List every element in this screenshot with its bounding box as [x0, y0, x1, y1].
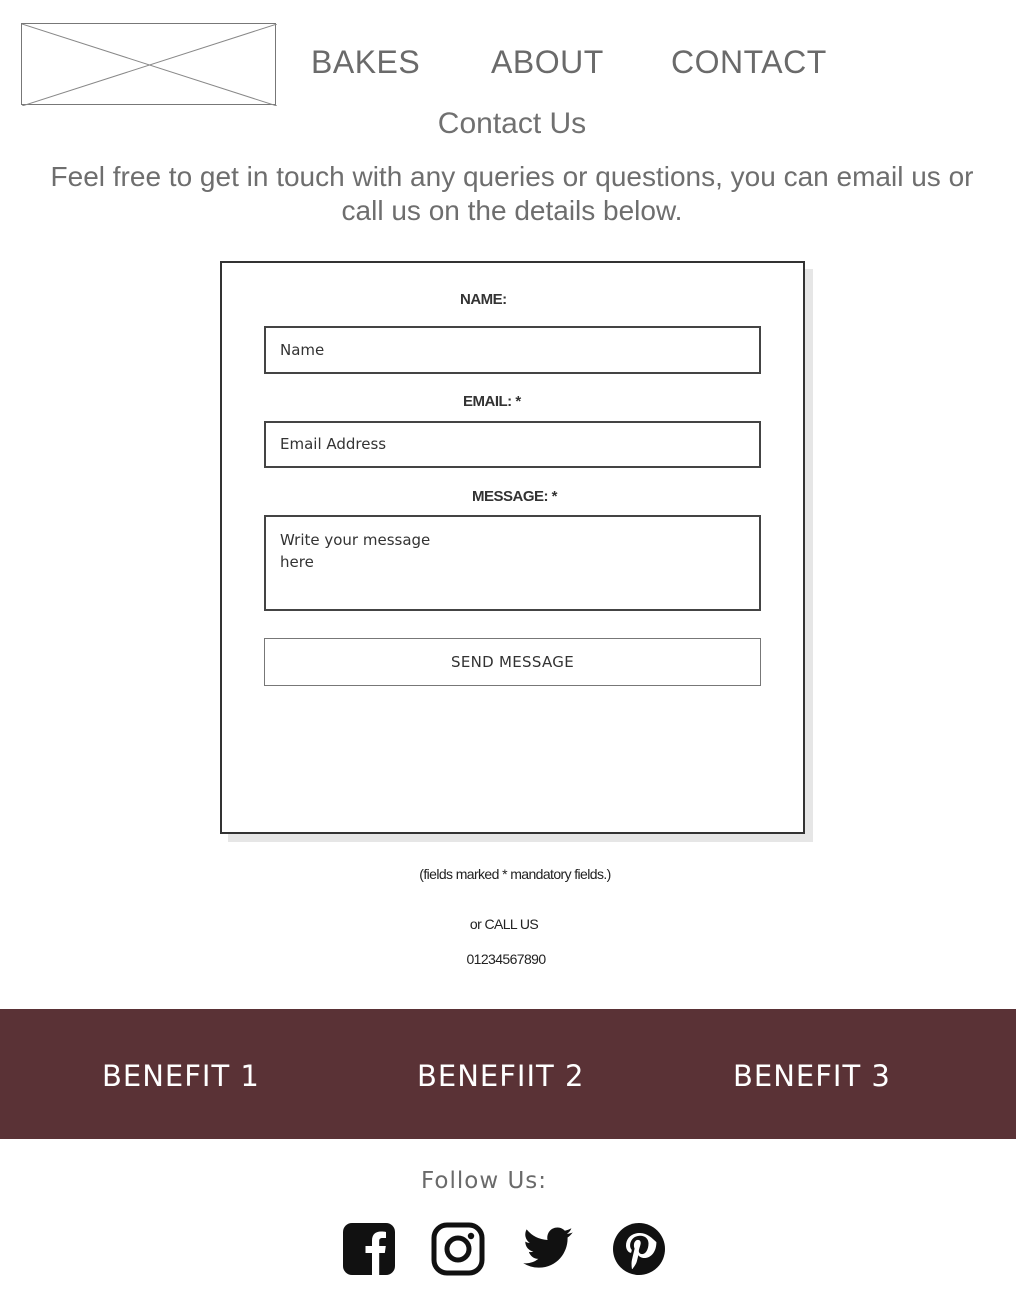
name-label: NAME:	[460, 291, 507, 308]
instagram-icon	[431, 1222, 485, 1276]
email-field[interactable]: Email Address	[264, 421, 761, 468]
instagram-link[interactable]	[431, 1222, 485, 1276]
nav-link-about[interactable]: ABOUT	[491, 42, 604, 82]
message-label: MESSAGE: *	[472, 488, 558, 505]
image-placeholder-icon	[22, 24, 277, 106]
mandatory-note: (fields marked * mandatory fields.)	[419, 866, 611, 882]
name-field[interactable]: Name	[264, 326, 761, 374]
pinterest-link[interactable]	[612, 1222, 666, 1276]
benefit-1: BENEFIT 1	[102, 1059, 260, 1093]
phone-number[interactable]: 01234567890	[0, 951, 1018, 967]
intro-text: Feel free to get in touch with any queri…	[50, 161, 974, 226]
twitter-link[interactable]	[521, 1222, 575, 1276]
benefit-3: BENEFIT 3	[733, 1059, 891, 1093]
send-message-button[interactable]: SEND MESSAGE	[264, 638, 761, 686]
message-field[interactable]: Write your message here	[264, 515, 761, 611]
page-title: Contact Us	[437, 107, 587, 140]
logo-placeholder[interactable]	[21, 23, 277, 106]
facebook-icon	[343, 1223, 395, 1275]
twitter-icon	[523, 1227, 573, 1268]
call-us-label: or CALL US	[469, 916, 539, 932]
facebook-link[interactable]	[342, 1222, 396, 1276]
pinterest-icon	[613, 1223, 665, 1275]
nav-link-bakes[interactable]: BAKES	[311, 42, 420, 82]
nav-link-contact[interactable]: CONTACT	[671, 42, 827, 82]
follow-us-label: Follow Us:	[420, 1168, 548, 1194]
benefit-2: BENEFIIT 2	[417, 1059, 585, 1093]
email-label: EMAIL: *	[463, 393, 521, 410]
